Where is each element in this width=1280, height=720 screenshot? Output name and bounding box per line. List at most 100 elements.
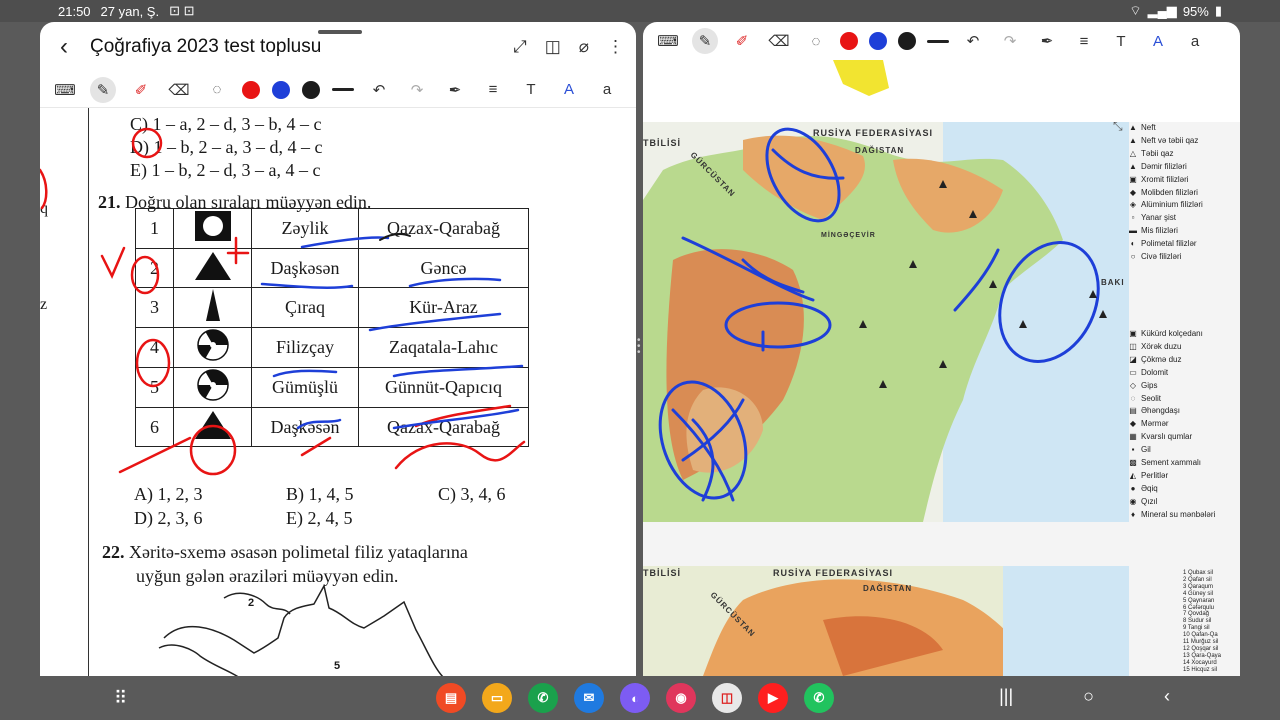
- files-app-icon[interactable]: ▭: [482, 683, 512, 713]
- shape-pen-icon[interactable]: ✒: [442, 77, 468, 103]
- limestone-icon: ▤: [1129, 406, 1137, 416]
- eraser-icon[interactable]: ⌫: [766, 28, 792, 54]
- home-icon[interactable]: ○: [1083, 686, 1094, 707]
- chromite-icon: ▣: [1129, 174, 1137, 184]
- text-format-icon[interactable]: ≡: [1071, 28, 1097, 54]
- triangle-icon: [173, 248, 252, 288]
- legend-item: ◫ Xörək duzu: [1129, 341, 1215, 354]
- gypsum-icon: ◇: [1129, 380, 1137, 390]
- pen-icon[interactable]: ✎: [692, 28, 718, 54]
- lasso-icon[interactable]: ◌: [803, 28, 829, 54]
- copper-icon: ▬: [1129, 226, 1137, 236]
- legend-item: ◪ Çökmə duz: [1129, 354, 1215, 367]
- option-line: E) 1 – b, 2 – d, 3 – a, 4 – c: [130, 160, 321, 180]
- row-number: 5: [135, 367, 174, 408]
- legend-item: ▩ Sement xammalı: [1129, 457, 1215, 470]
- text-format-icon[interactable]: ≡: [480, 77, 506, 103]
- color-blue[interactable]: [272, 80, 290, 99]
- text-convert-icon[interactable]: a: [1182, 28, 1208, 54]
- undo-icon[interactable]: ↶: [366, 77, 392, 103]
- stroke-width[interactable]: [332, 88, 354, 91]
- map-label-mingecevir: MİNGƏÇEVİR: [821, 232, 876, 239]
- salt-icon: ◫: [1129, 341, 1137, 351]
- camera-app-icon[interactable]: ◉: [666, 683, 696, 713]
- iron-icon: ▲: [1129, 161, 1137, 171]
- oil-icon: ▲: [1129, 123, 1137, 132]
- app-drawer-icon[interactable]: ⠿: [114, 688, 127, 709]
- legend-item: ◭ Perlitlər: [1129, 470, 1215, 483]
- answer-option: B) 1, 4, 5: [286, 484, 354, 504]
- color-red[interactable]: [242, 80, 260, 99]
- legend-item: 10 Qafan-Qa: [1183, 632, 1218, 639]
- lasso-icon[interactable]: ◌: [204, 77, 230, 103]
- status-date: 27 yan, Ş.: [100, 3, 160, 19]
- keyboard-icon[interactable]: ⌨: [52, 77, 78, 103]
- expand-icon[interactable]: ⤢: [513, 37, 527, 57]
- document-title: Çoğrafiya 2023 test toplusu: [90, 36, 322, 57]
- recents-icon[interactable]: |||: [999, 686, 1013, 707]
- answer-row: D) 2, 3, 6 E) 2, 4, 5: [134, 508, 438, 529]
- ai-pen-icon[interactable]: A: [1145, 28, 1171, 54]
- table-row: 5 Gümüşlü Günnüt-Qapıcıq: [135, 367, 529, 408]
- map-label-baku: BAKI: [1101, 278, 1125, 287]
- keyboard-icon[interactable]: ⌨: [655, 28, 681, 54]
- text-tool-icon[interactable]: T: [518, 77, 544, 103]
- mercury-icon: ○: [1130, 252, 1136, 262]
- pen-toolbar: ⌨ ✎ ✐ ⌫ ◌ ↶ ↷ ✒ ≡ T A a: [40, 72, 636, 108]
- attach-icon[interactable]: ⌀: [579, 37, 589, 57]
- book-icon[interactable]: ◫: [545, 37, 561, 57]
- whatsapp-app-icon[interactable]: ✆: [804, 683, 834, 713]
- legend-item: ▣ Xromit filizləri: [1129, 174, 1203, 187]
- legend-item: 8 Sudur sil: [1183, 618, 1212, 625]
- notes-app-icon[interactable]: ▤: [436, 683, 466, 713]
- youtube-app-icon[interactable]: ▶: [758, 683, 788, 713]
- window-handle[interactable]: [318, 30, 362, 34]
- stroke-width[interactable]: [927, 39, 949, 43]
- pen-icon[interactable]: ✎: [90, 76, 116, 103]
- row-number: 1: [135, 208, 174, 249]
- color-red[interactable]: [840, 32, 858, 50]
- redo-icon[interactable]: ↷: [404, 77, 430, 103]
- question-table: 1 Zəylik Qazax-Qarabağ 2 Daşkəsən Gəncə …: [135, 208, 529, 447]
- legend-item: 5 Qaynaran: [1183, 597, 1215, 604]
- highlighter-icon[interactable]: ✐: [729, 28, 755, 54]
- undo-icon[interactable]: ↶: [960, 28, 986, 54]
- row-number: 6: [135, 407, 174, 447]
- text-convert-icon[interactable]: a: [594, 77, 620, 103]
- legend-item: 3 Qaraqum: [1183, 583, 1214, 590]
- more-icon[interactable]: ⋮: [607, 37, 624, 57]
- map-page[interactable]: ⤡ RUSİYA FEDERASİYASI DAĞISTAN TBİLİSİ G…: [643, 60, 1240, 676]
- legend-item: ○ Civə filizləri: [1129, 251, 1203, 264]
- legend-item: ▲ Dəmir filizləri: [1129, 161, 1203, 174]
- legend-item: ▬ Mis filizləri: [1129, 225, 1203, 238]
- color-blue[interactable]: [869, 32, 887, 50]
- color-black[interactable]: [302, 80, 320, 99]
- agate-icon: ●: [1130, 483, 1136, 493]
- deposit-name: Çıraq: [251, 287, 359, 328]
- legend-item: △ Təbii qaz: [1129, 148, 1203, 161]
- back-arrow-icon[interactable]: ‹: [52, 33, 76, 61]
- triangle-icon: [173, 407, 252, 447]
- legend-item: 14 Xocayurd: [1183, 659, 1217, 666]
- eraser-icon[interactable]: ⌫: [166, 77, 192, 103]
- ai-pen-icon[interactable]: A: [556, 77, 582, 103]
- text-tool-icon[interactable]: T: [1108, 28, 1134, 54]
- legend-item: ◆ Mərmər: [1129, 418, 1215, 431]
- messages-app-icon[interactable]: ✉: [574, 683, 604, 713]
- redo-icon[interactable]: ↷: [997, 28, 1023, 54]
- highlighter-icon[interactable]: ✐: [128, 77, 154, 103]
- split-divider-handle[interactable]: • • •: [637, 336, 641, 358]
- pen-toolbar-right: ⌨ ✎ ✐ ⌫ ◌ ↶ ↷ ✒ ≡ T A a: [643, 22, 1240, 60]
- mineral-water-icon: ♦: [1130, 509, 1136, 519]
- phone-app-icon[interactable]: ✆: [528, 683, 558, 713]
- shape-pen-icon[interactable]: ✒: [1034, 28, 1060, 54]
- legend-item: ◌ Seolit: [1129, 393, 1215, 406]
- map-label-dagestan: DAĞISTAN: [863, 584, 913, 593]
- internet-app-icon[interactable]: ◐: [620, 683, 650, 713]
- app-pair-icon[interactable]: ◫: [712, 683, 742, 713]
- back-nav-icon[interactable]: ‹: [1164, 686, 1170, 707]
- table-row: 6 Daşkəsən Qazax-Qarabağ: [135, 407, 529, 447]
- color-black[interactable]: [898, 32, 916, 50]
- legend-item: ▭ Dolomit: [1129, 367, 1215, 380]
- document-page[interactable]: q z C) 1 – a, 2 – d, 3 – b, 4 – c D) 1 –…: [40, 108, 636, 676]
